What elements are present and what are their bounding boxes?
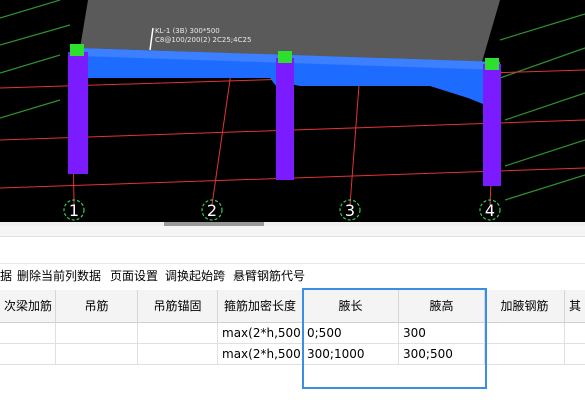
column-3 xyxy=(483,64,501,186)
table-cell[interactable] xyxy=(0,323,56,344)
axis-bubble-1: 1 xyxy=(63,199,85,221)
table-cell[interactable] xyxy=(56,323,138,344)
column-header-haunch-height[interactable]: 腋高 xyxy=(399,290,485,323)
svg-text:3: 3 xyxy=(345,201,355,220)
drawing-canvas[interactable]: KL-1 (3B) 300*500 C8@100/200(2) 2C25;4C2… xyxy=(0,0,585,222)
table-cell[interactable] xyxy=(565,323,585,344)
table-cell[interactable]: 300 xyxy=(399,323,485,344)
table-cell[interactable]: max(2*h,500) xyxy=(218,344,303,365)
panel-blank-row xyxy=(0,237,585,264)
column-header-haunch-length[interactable]: 腋长 xyxy=(303,290,399,323)
beam-annotation-line2: C8@100/200(2) 2C25;4C25 xyxy=(155,36,251,44)
column-2 xyxy=(276,58,294,180)
toolbar-cantilever-rebar-code-button[interactable]: 悬臂钢筋代号 xyxy=(233,267,305,284)
toolbar-item-data[interactable]: 据 xyxy=(0,267,12,284)
table-cell[interactable]: 0;500 xyxy=(303,323,399,344)
cad-viewport[interactable]: KL-1 (3B) 300*500 C8@100/200(2) 2C25;4C2… xyxy=(0,0,585,222)
toolbar-page-setup-button[interactable]: 页面设置 xyxy=(110,267,158,284)
table-cell[interactable] xyxy=(138,344,218,365)
toolbar-delete-column-data-button[interactable]: 删除当前列数据 xyxy=(17,267,101,284)
column-header-hanger-bar[interactable]: 吊筋 xyxy=(56,290,138,323)
axis-bubble-2: 2 xyxy=(201,199,223,221)
table-cell[interactable]: 300;1000 xyxy=(303,344,399,365)
panel-header-strip xyxy=(0,226,585,237)
table-cell[interactable] xyxy=(485,323,565,344)
table-cell[interactable]: 300;500 xyxy=(399,344,485,365)
axis-bubble-3: 3 xyxy=(339,199,361,221)
column-header-haunch-rebar[interactable]: 加腋钢筋 xyxy=(485,290,565,323)
rebar-table: 次梁加筋 吊筋 吊筋锚固 箍筋加密长度 腋长 腋高 加腋钢筋 其 max(2*h… xyxy=(0,290,585,402)
table-cell[interactable] xyxy=(0,344,56,365)
support-marker-1 xyxy=(70,44,84,56)
column-1 xyxy=(68,52,88,174)
support-marker-3 xyxy=(485,58,499,70)
toolbar-swap-start-span-button[interactable]: 调换起始跨 xyxy=(165,267,225,284)
table-cell[interactable] xyxy=(485,344,565,365)
column-header-secondary-beam-stirrup[interactable]: 次梁加筋 xyxy=(0,290,56,323)
beam-annotation-line1: KL-1 (3B) 300*500 xyxy=(155,27,220,35)
table-toolbar: 据 删除当前列数据 页面设置 调换起始跨 悬臂钢筋代号 xyxy=(0,264,585,286)
axis-bubble-4: 4 xyxy=(479,199,501,221)
support-marker-2 xyxy=(278,51,292,63)
svg-text:1: 1 xyxy=(69,201,79,220)
table-cell[interactable] xyxy=(138,323,218,344)
table-cell[interactable] xyxy=(56,344,138,365)
column-header-hanger-anchorage[interactable]: 吊筋锚固 xyxy=(138,290,218,323)
svg-text:4: 4 xyxy=(485,201,495,220)
column-header-other[interactable]: 其 xyxy=(565,290,585,323)
table-cell[interactable]: max(2*h,500) xyxy=(218,323,303,344)
table-cell[interactable] xyxy=(565,344,585,365)
svg-text:2: 2 xyxy=(207,201,217,220)
column-header-stirrup-dense-length[interactable]: 箍筋加密长度 xyxy=(218,290,303,323)
